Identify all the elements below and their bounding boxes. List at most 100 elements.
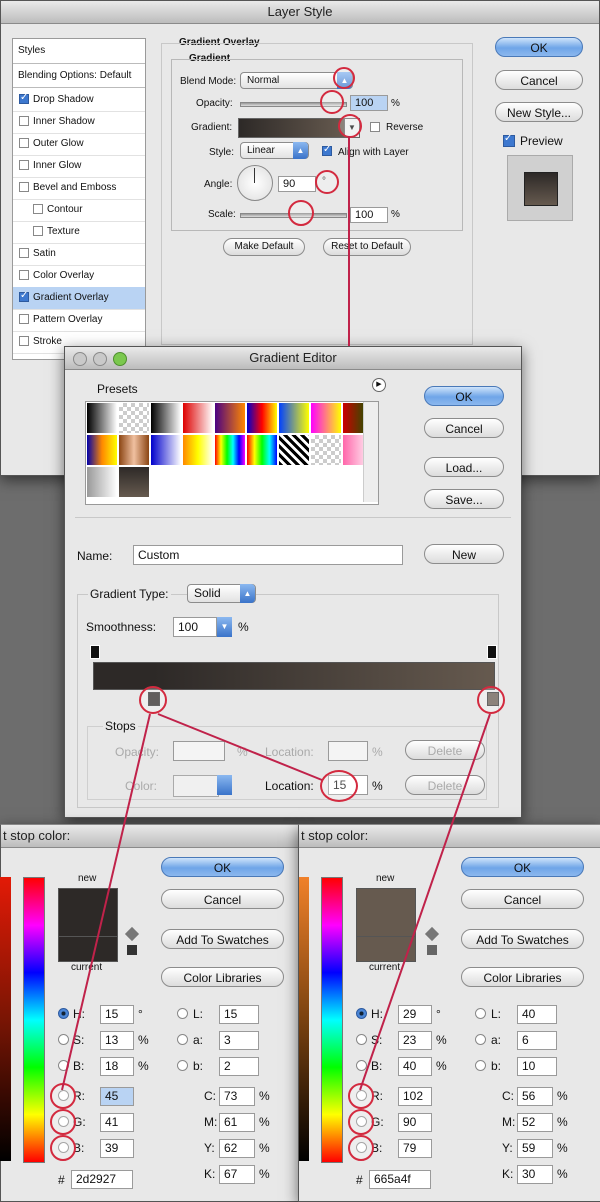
new-gradient-button[interactable]: New [424, 544, 504, 564]
mode-radio-a[interactable] [177, 1034, 188, 1045]
stop-color-dropdown[interactable] [217, 775, 232, 795]
field-input-k[interactable]: 30 [517, 1165, 553, 1184]
field-input-s[interactable]: 13 [100, 1031, 134, 1050]
color-picker-ok-button[interactable]: OK [161, 857, 284, 877]
style-item-checkbox[interactable] [19, 336, 29, 346]
style-item-checkbox[interactable] [19, 270, 29, 280]
gradient-editor-ok-button[interactable]: OK [424, 386, 504, 406]
field-input-l[interactable]: 15 [219, 1005, 259, 1024]
field-input-r[interactable]: 45 [100, 1087, 134, 1106]
field-input-bb[interactable]: 79 [398, 1139, 432, 1158]
field-input-c[interactable]: 56 [517, 1087, 553, 1106]
gradient-preset[interactable] [151, 403, 182, 434]
field-input-y[interactable]: 62 [219, 1139, 255, 1158]
angle-input[interactable]: 90 [278, 176, 316, 192]
field-input-r[interactable]: 102 [398, 1087, 432, 1106]
styles-header[interactable]: Styles [18, 45, 45, 56]
style-item-drop-shadow[interactable]: Drop Shadow [13, 89, 145, 112]
style-item-checkbox[interactable] [19, 116, 29, 126]
style-item-checkbox[interactable] [19, 182, 29, 192]
style-item-checkbox[interactable] [19, 290, 29, 302]
style-item-color-overlay[interactable]: Color Overlay [13, 265, 145, 288]
color-picker-cancel-button[interactable]: Cancel [161, 889, 284, 909]
style-item-checkbox[interactable] [19, 92, 29, 104]
align-with-layer-checkbox[interactable] [322, 144, 332, 156]
mode-radio-h[interactable] [356, 1008, 367, 1019]
mode-radio-b[interactable] [58, 1060, 69, 1071]
gradient-preset[interactable] [279, 435, 310, 466]
field-input-bb[interactable]: 39 [100, 1139, 134, 1158]
color-libraries-button[interactable]: Color Libraries [161, 967, 284, 987]
field-input-h[interactable]: 15 [100, 1005, 134, 1024]
preview-checkbox[interactable] [503, 133, 515, 147]
stop-color-swatch[interactable] [173, 775, 219, 797]
angle-dial[interactable] [237, 165, 273, 201]
hue-slider[interactable] [321, 877, 343, 1163]
gradient-preset[interactable] [119, 435, 150, 466]
color-libraries-button[interactable]: Color Libraries [461, 967, 584, 987]
style-item-checkbox[interactable] [33, 226, 43, 236]
field-input-b[interactable]: 18 [100, 1057, 134, 1076]
opacity-stop-left[interactable] [90, 645, 100, 659]
gradient-preset[interactable] [247, 403, 278, 434]
gradient-preset[interactable] [119, 403, 150, 434]
gradient-preset[interactable] [215, 403, 246, 434]
style-select[interactable]: Linear ▲ [240, 142, 309, 159]
style-item-outer-glow[interactable]: Outer Glow [13, 133, 145, 156]
mode-radio-s[interactable] [356, 1034, 367, 1045]
opacity-input[interactable]: 100 [350, 95, 388, 111]
field-input-m[interactable]: 52 [517, 1113, 553, 1132]
hex-input[interactable]: 665a4f [369, 1170, 431, 1189]
style-item-texture[interactable]: Texture [13, 221, 145, 244]
gradient-preset[interactable] [279, 403, 310, 434]
gradient-swatch[interactable] [238, 118, 345, 138]
style-item-pattern-overlay[interactable]: Pattern Overlay [13, 309, 145, 332]
gradient-preset[interactable] [247, 435, 278, 466]
gradient-preset[interactable] [215, 435, 246, 466]
style-item-checkbox[interactable] [19, 248, 29, 258]
hex-input[interactable]: 2d2927 [71, 1170, 133, 1189]
add-to-swatches-button[interactable]: Add To Swatches [161, 929, 284, 949]
name-input[interactable]: Custom [133, 545, 403, 565]
window-minimize-button[interactable] [93, 352, 107, 366]
gradient-preset[interactable] [87, 467, 118, 498]
scale-input[interactable]: 100 [350, 207, 388, 223]
window-zoom-button[interactable] [113, 352, 127, 366]
load-button[interactable]: Load... [424, 457, 504, 477]
style-item-inner-glow[interactable]: Inner Glow [13, 155, 145, 178]
opacity-stop-right[interactable] [487, 645, 497, 659]
style-item-checkbox[interactable] [19, 138, 29, 148]
field-input-a[interactable]: 3 [219, 1031, 259, 1050]
style-item-checkbox[interactable] [19, 314, 29, 324]
gradient-preset[interactable] [183, 435, 214, 466]
style-item-inner-shadow[interactable]: Inner Shadow [13, 111, 145, 134]
smoothness-input[interactable]: 100 [173, 617, 217, 637]
presets-scrollbar[interactable] [363, 402, 378, 502]
mode-radio-s[interactable] [58, 1034, 69, 1045]
current-color-swatch[interactable] [58, 936, 118, 962]
mode-radio-h[interactable] [58, 1008, 69, 1019]
style-item-checkbox[interactable] [33, 204, 43, 214]
field-input-b[interactable]: 40 [398, 1057, 432, 1076]
field-input-a[interactable]: 6 [517, 1031, 557, 1050]
style-item-bevel-and-emboss[interactable]: Bevel and Emboss [13, 177, 145, 200]
websafe-swatch[interactable] [127, 945, 137, 955]
mode-radio-lb[interactable] [475, 1060, 486, 1071]
field-input-g[interactable]: 90 [398, 1113, 432, 1132]
gradient-preset[interactable] [87, 403, 118, 434]
field-input-g[interactable]: 41 [100, 1113, 134, 1132]
gradient-preset[interactable] [119, 467, 150, 498]
mode-radio-lb[interactable] [177, 1060, 188, 1071]
field-input-h[interactable]: 29 [398, 1005, 432, 1024]
color-picker-ok-button[interactable]: OK [461, 857, 584, 877]
add-to-swatches-button[interactable]: Add To Swatches [461, 929, 584, 949]
gradient-preset[interactable] [311, 435, 342, 466]
field-input-c[interactable]: 73 [219, 1087, 255, 1106]
field-input-k[interactable]: 67 [219, 1165, 255, 1184]
current-color-swatch[interactable] [356, 936, 416, 962]
field-input-s[interactable]: 23 [398, 1031, 432, 1050]
new-style-button[interactable]: New Style... [495, 102, 583, 122]
hue-slider[interactable] [23, 877, 45, 1163]
gradient-preset[interactable] [151, 435, 182, 466]
style-item-gradient-overlay[interactable]: Gradient Overlay [13, 287, 145, 310]
